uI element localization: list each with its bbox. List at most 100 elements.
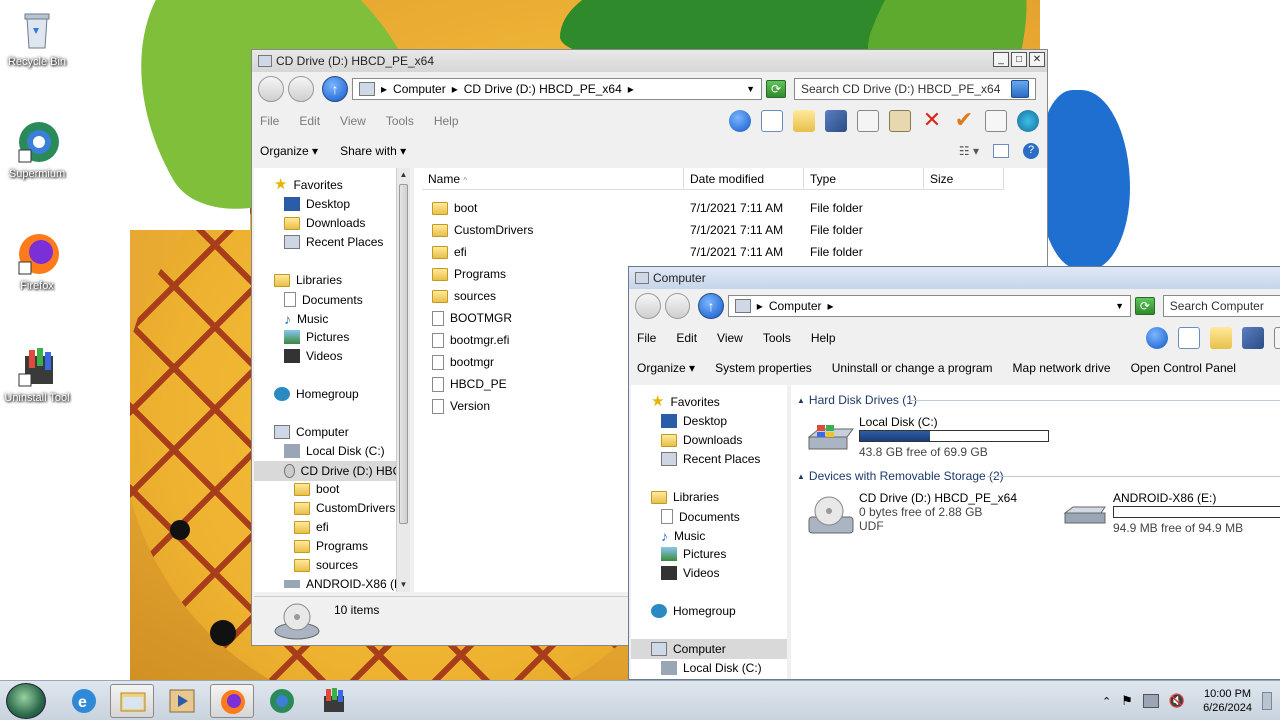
forward-button[interactable] — [288, 76, 314, 102]
share-with-button[interactable]: Share with ▾ — [340, 144, 406, 158]
copy-icon[interactable] — [857, 110, 879, 132]
menu-help[interactable]: Help — [434, 114, 459, 128]
desktop-icon-recycle-bin[interactable]: Recycle Bin — [0, 8, 74, 68]
cut-icon[interactable] — [825, 110, 847, 132]
pane-icon[interactable] — [1177, 327, 1200, 349]
nav-computer[interactable]: Computer — [274, 425, 349, 439]
nav-recent-places[interactable]: Recent Places — [284, 235, 383, 249]
file-row[interactable]: CustomDrivers 7/1/2021 7:11 AM File folder — [422, 219, 1022, 241]
desktop-icon-uninstall-tool[interactable]: Uninstall Tool — [0, 344, 74, 404]
close-button[interactable]: ✕ — [1029, 52, 1045, 67]
menu-view[interactable]: View — [717, 331, 743, 345]
show-hidden-icons[interactable]: ⌃ — [1102, 695, 1111, 708]
menu-view[interactable]: View — [340, 114, 366, 128]
nav-libraries[interactable]: Libraries — [651, 490, 719, 504]
drive-local-disk-c[interactable]: Local Disk (C:) 43.8 GB free of 69.9 GB — [807, 415, 1067, 461]
menu-help[interactable]: Help — [811, 331, 836, 345]
column-name[interactable]: Name ^ — [422, 168, 684, 190]
back-button[interactable] — [258, 76, 284, 102]
nav-desktop[interactable]: Desktop — [661, 414, 727, 428]
section-removable-storage[interactable]: ▲ Devices with Removable Storage (2) — [797, 469, 1004, 483]
clock[interactable]: 10:00 PM 6/26/2024 — [1203, 687, 1252, 715]
scroll-up-icon[interactable]: ▲ — [397, 168, 410, 182]
window-titlebar[interactable]: Computer — [629, 267, 1280, 289]
taskbar-uninstall-tool[interactable] — [312, 684, 356, 718]
desktop-icon-firefox[interactable]: Firefox — [0, 232, 74, 292]
drive-android-e[interactable]: ANDROID-X86 (E:) 94.9 MB free of 94.9 MB — [1061, 491, 1280, 541]
breadcrumb-item[interactable]: CD Drive (D:) HBCD_PE_x64 — [464, 82, 622, 96]
taskbar-explorer[interactable] — [110, 684, 154, 718]
file-row[interactable]: efi 7/1/2021 7:11 AM File folder — [422, 241, 1022, 263]
search-input[interactable]: Search Computer — [1162, 295, 1280, 317]
column-type[interactable]: Type — [804, 168, 924, 190]
menu-tools[interactable]: Tools — [386, 114, 414, 128]
nav-scrollbar[interactable]: ▲ ▼ — [396, 168, 410, 592]
preview-pane-icon[interactable] — [993, 144, 1009, 158]
map-network-drive-button[interactable]: Map network drive — [1013, 361, 1111, 375]
taskbar-supermium[interactable] — [260, 684, 304, 718]
organize-button[interactable]: Organize ▾ — [260, 144, 318, 158]
pane-icon[interactable] — [761, 110, 783, 132]
menu-tools[interactable]: Tools — [763, 331, 791, 345]
cut-icon[interactable] — [1241, 327, 1264, 349]
nav-homegroup[interactable]: Homegroup — [274, 387, 359, 401]
file-row[interactable]: boot 7/1/2021 7:11 AM File folder — [422, 197, 1022, 219]
section-hard-disk-drives[interactable]: ▲ Hard Disk Drives (1) — [797, 393, 917, 407]
network-icon[interactable] — [1142, 694, 1159, 708]
nav-desktop[interactable]: Desktop — [284, 197, 350, 211]
nav-recent-places[interactable]: Recent Places — [661, 452, 760, 466]
up-button[interactable]: ↑ — [698, 293, 724, 319]
up-icon[interactable] — [1145, 327, 1168, 349]
system-properties-button[interactable]: System properties — [715, 361, 812, 375]
nav-downloads[interactable]: Downloads — [661, 433, 742, 447]
nav-music[interactable]: ♪ Music — [661, 528, 705, 544]
scroll-down-icon[interactable]: ▼ — [397, 578, 410, 592]
help-icon[interactable]: ? — [1023, 143, 1039, 159]
taskbar-firefox[interactable] — [210, 684, 254, 718]
folder-options-icon[interactable] — [793, 110, 815, 132]
nav-computer-selected[interactable]: Computer — [631, 639, 787, 659]
globe-icon[interactable] — [1017, 110, 1039, 132]
check-icon[interactable]: ✔ — [953, 109, 975, 132]
nav-folder-efi[interactable]: efi — [294, 520, 329, 534]
nav-local-disk-c[interactable]: Local Disk (C:) — [284, 444, 385, 458]
breadcrumb-item[interactable]: Computer — [393, 82, 446, 96]
paste-icon[interactable] — [889, 110, 911, 132]
address-bar[interactable]: ▸ Computer ▸ CD Drive (D:) HBCD_PE_x64 ▸… — [352, 78, 762, 100]
open-control-panel-button[interactable]: Open Control Panel — [1131, 361, 1236, 375]
uninstall-program-button[interactable]: Uninstall or change a program — [832, 361, 993, 375]
search-input[interactable]: Search CD Drive (D:) HBCD_PE_x64 — [794, 78, 1036, 100]
nav-videos[interactable]: Videos — [661, 566, 719, 580]
up-button[interactable]: ↑ — [322, 76, 348, 102]
nav-android-drive[interactable]: ANDROID-X86 (E:) — [284, 577, 409, 591]
menu-file[interactable]: File — [637, 331, 656, 345]
address-bar[interactable]: ▸ Computer ▸ ▼ — [727, 295, 1132, 317]
nav-music[interactable]: ♪ Music — [284, 311, 328, 327]
nav-documents[interactable]: Documents — [661, 509, 740, 524]
forward-button[interactable] — [664, 293, 691, 319]
nav-pictures[interactable]: Pictures — [661, 547, 726, 561]
refresh-icon[interactable]: ⟳ — [766, 80, 786, 98]
nav-cd-drive-selected[interactable]: CD Drive (D:) HBCD — [254, 461, 410, 481]
column-size[interactable]: Size — [924, 168, 1004, 190]
nav-folder-customdrivers[interactable]: CustomDrivers — [294, 501, 395, 515]
volume-muted-icon[interactable]: 🔇 — [1169, 693, 1185, 709]
menu-edit[interactable]: Edit — [676, 331, 697, 345]
scrollbar-thumb[interactable] — [399, 184, 408, 524]
desktop-icon-supermium[interactable]: Supermium — [0, 120, 74, 180]
window-titlebar[interactable]: CD Drive (D:) HBCD_PE_x64 _ □ ✕ — [252, 50, 1047, 72]
maximize-button[interactable]: □ — [1011, 52, 1027, 67]
folder-options-icon[interactable] — [1209, 327, 1232, 349]
back-button[interactable] — [635, 293, 661, 319]
column-date-modified[interactable]: Date modified — [684, 168, 804, 190]
show-desktop-button[interactable] — [1262, 692, 1272, 710]
breadcrumb-item[interactable]: Computer — [769, 299, 822, 313]
nav-libraries[interactable]: Libraries — [274, 273, 342, 287]
nav-folder-boot[interactable]: boot — [294, 482, 339, 496]
drive-cd-d[interactable]: CD Drive (D:) HBCD_PE_x64 0 bytes free o… — [807, 491, 1047, 541]
start-button[interactable] — [6, 683, 46, 719]
menu-file[interactable]: File — [260, 114, 279, 128]
taskbar-internet-explorer[interactable]: e — [62, 684, 106, 718]
chevron-down-icon[interactable]: ▼ — [1115, 301, 1124, 311]
refresh-icon[interactable]: ⟳ — [1135, 297, 1155, 315]
